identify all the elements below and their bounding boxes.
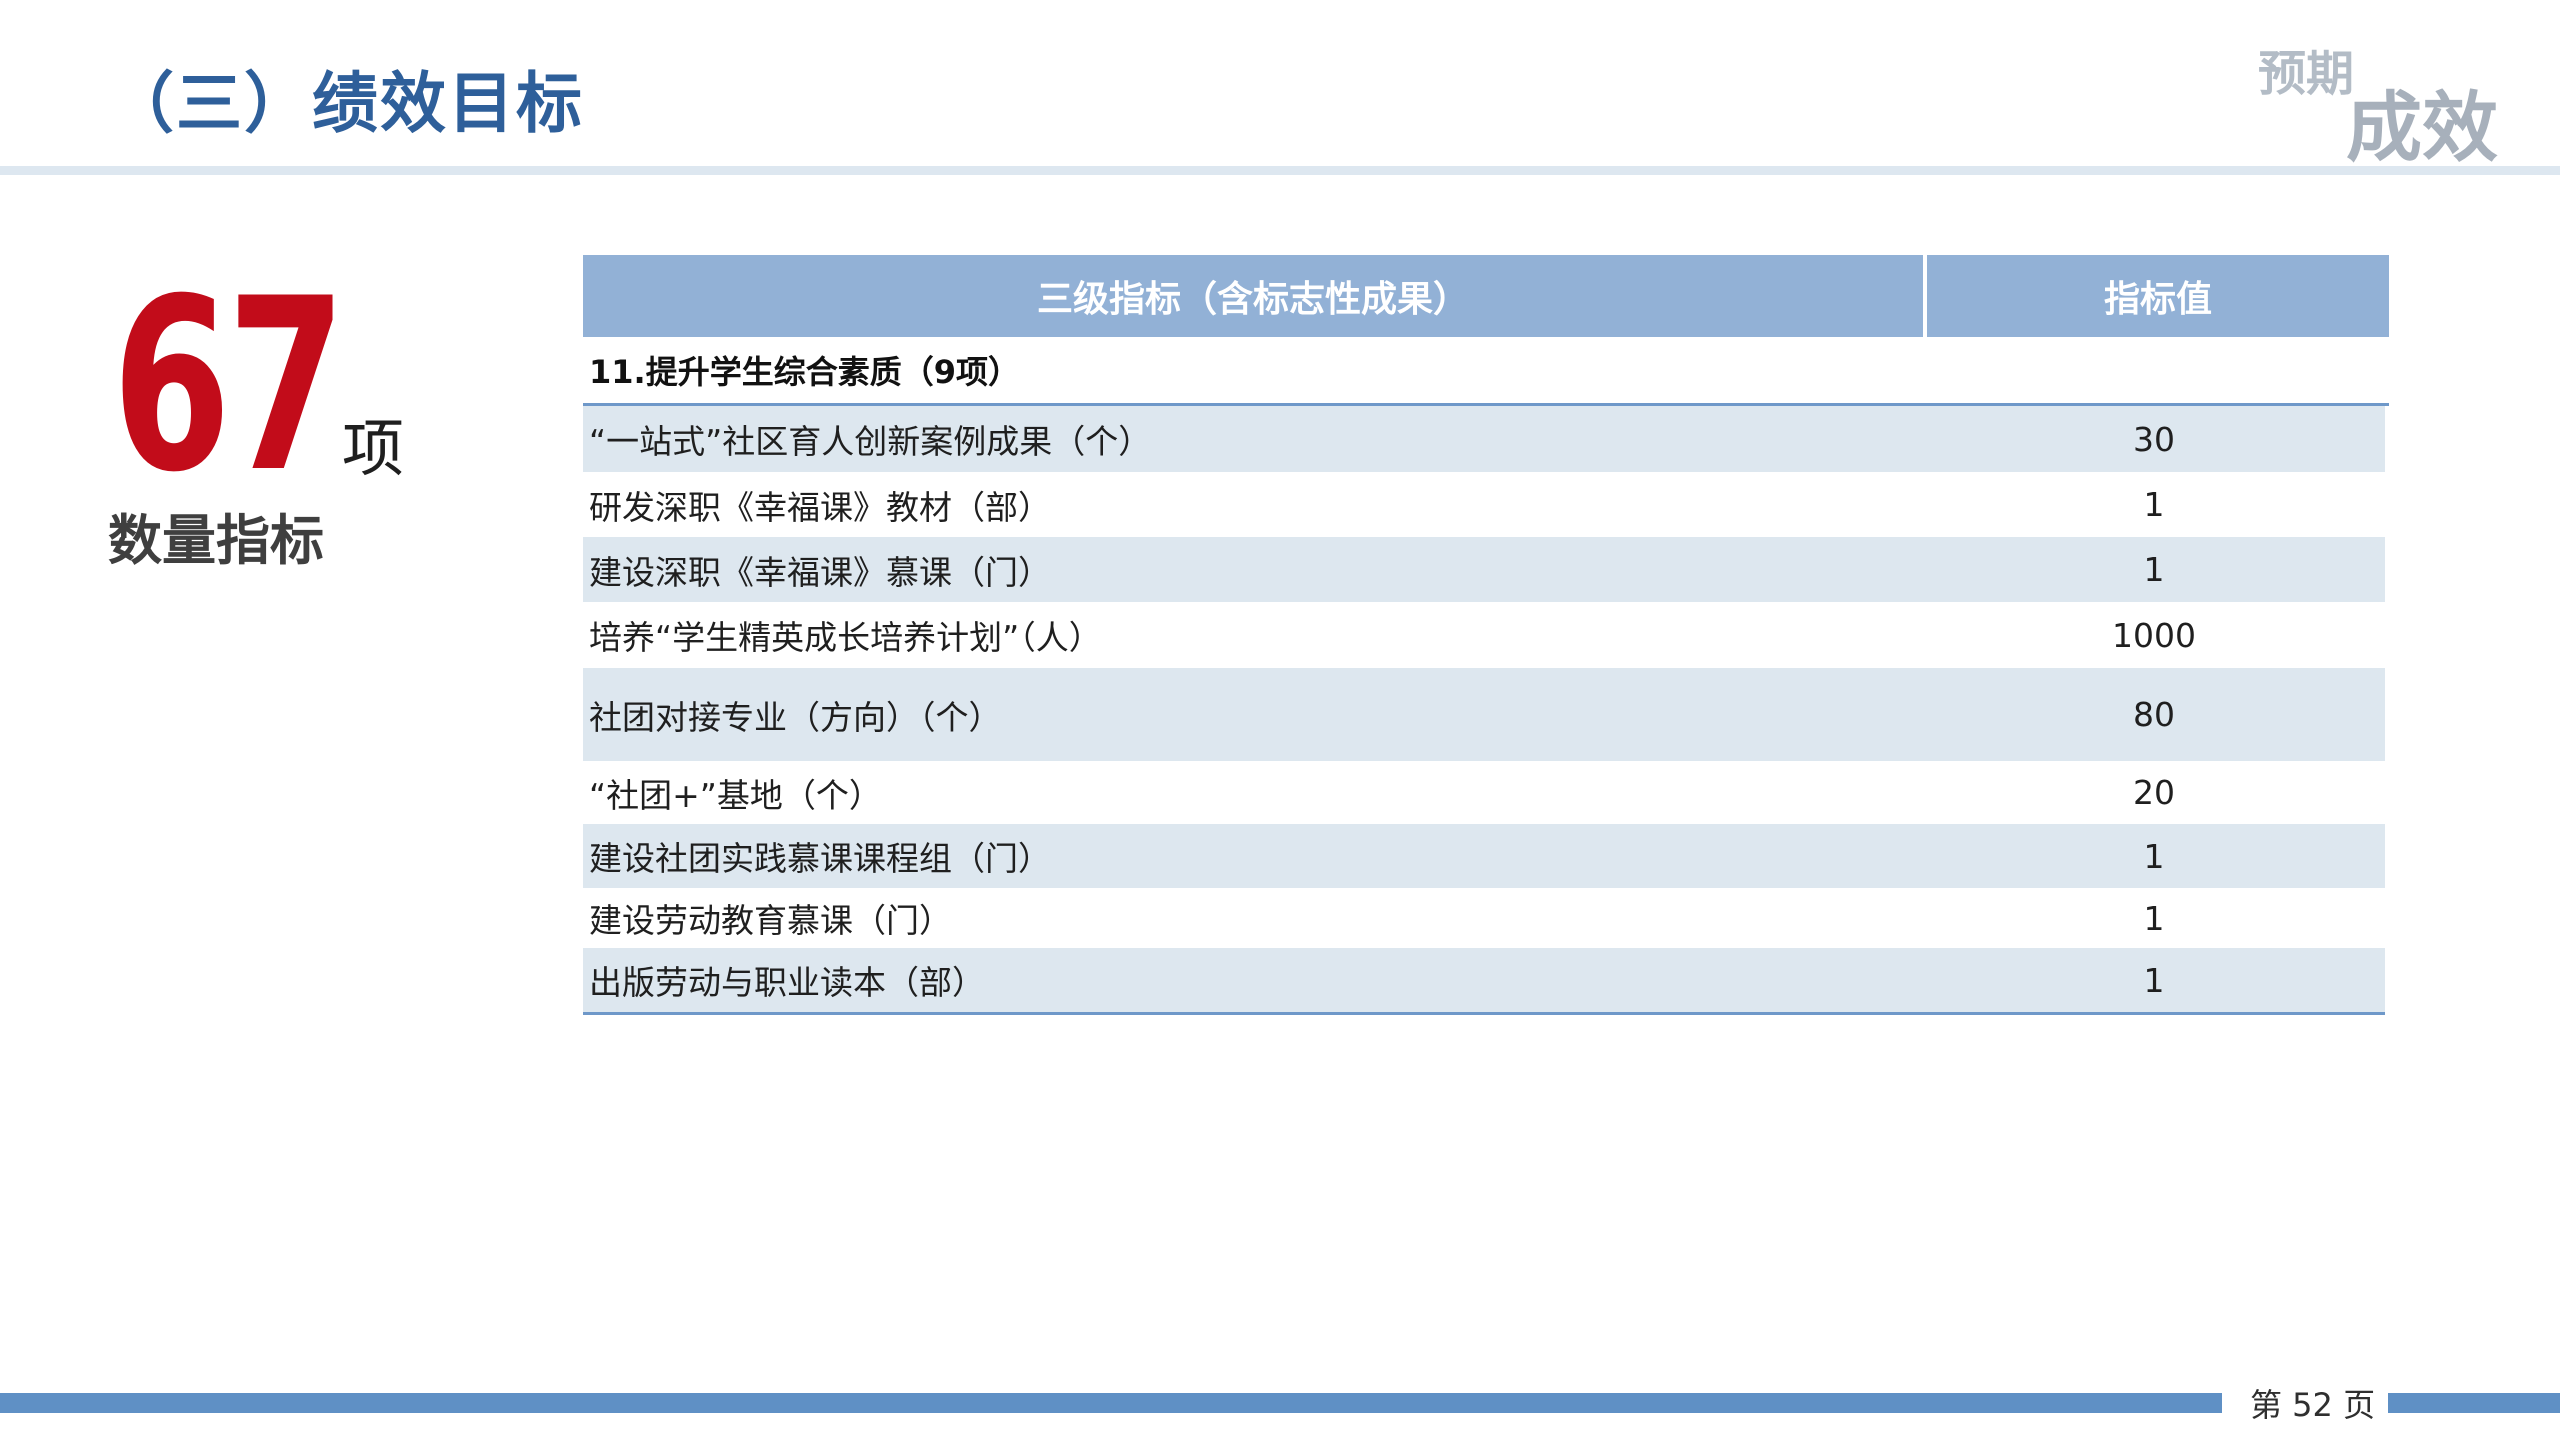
table-section-heading: 11.提升学生综合素质（9项）	[583, 337, 2389, 406]
indicator-cell: “社团+”基地（个）	[589, 775, 882, 815]
footer-bar-left	[0, 1393, 2222, 1413]
corner-label-large: 成效	[2346, 83, 2498, 172]
metric-count: 67	[112, 248, 346, 525]
column-header-value: 指标值	[2103, 279, 2212, 320]
indicator-cell: 出版劳动与职业读本（部）	[589, 963, 985, 1002]
header-divider	[0, 166, 2560, 175]
table-row: 培养“学生精英成长培养计划”（人） 1000	[583, 602, 2385, 668]
metric-label: 数量指标	[108, 509, 324, 572]
value-cell: 80	[2133, 695, 2175, 734]
indicator-cell: 建设社团实践慕课课程组（门）	[589, 839, 1051, 878]
indicator-cell: 培养“学生精英成长培养计划”（人）	[589, 618, 1102, 657]
value-cell: 1	[2143, 550, 2165, 589]
value-cell: 20	[2133, 773, 2175, 812]
table-row: 社团对接专业（方向）（个） 80	[583, 668, 2385, 761]
metric-unit: 项	[342, 412, 405, 485]
table-row: “一站式”社区育人创新案例成果（个） 30	[583, 406, 2385, 472]
indicator-cell: 建设劳动教育慕课（门）	[589, 901, 952, 940]
table-row: “社团+”基地（个） 20	[583, 761, 2385, 824]
value-cell: 1	[2143, 898, 2165, 938]
table-header: 三级指标（含标志性成果） 指标值	[583, 255, 2389, 337]
indicator-cell: 社团对接专业（方向）（个）	[589, 697, 1002, 737]
value-cell: 1	[2143, 960, 2165, 1000]
value-cell: 1	[2143, 836, 2165, 876]
value-cell: 1000	[2112, 615, 2196, 655]
page-number: 第 52 页	[2250, 1386, 2376, 1424]
indicator-cell: “一站式”社区育人创新案例成果（个）	[589, 422, 1152, 461]
footer-bar-right	[2388, 1393, 2560, 1413]
table-row: 研发深职《幸福课》教材（部） 1	[583, 472, 2385, 537]
value-cell: 1	[2143, 485, 2165, 524]
page-title: （三）绩效目标	[108, 65, 584, 142]
table-row: 出版劳动与职业读本（部） 1	[583, 948, 2385, 1015]
corner-label-small: 预期	[2258, 46, 2355, 102]
table-row: 建设深职《幸福课》慕课（门） 1	[583, 537, 2385, 602]
indicator-cell: 研发深职《幸福课》教材（部）	[589, 487, 1051, 527]
table-row: 建设劳动教育慕课（门） 1	[583, 888, 2385, 948]
table-row: 建设社团实践慕课课程组（门） 1	[583, 824, 2385, 888]
indicator-cell: 建设深职《幸福课》慕课（门）	[589, 552, 1051, 592]
value-cell: 30	[2133, 419, 2175, 459]
column-header-indicator: 三级指标（含标志性成果）	[583, 255, 1927, 337]
indicator-table: 三级指标（含标志性成果） 指标值 11.提升学生综合素质（9项） “一站式”社区…	[583, 255, 2389, 1015]
